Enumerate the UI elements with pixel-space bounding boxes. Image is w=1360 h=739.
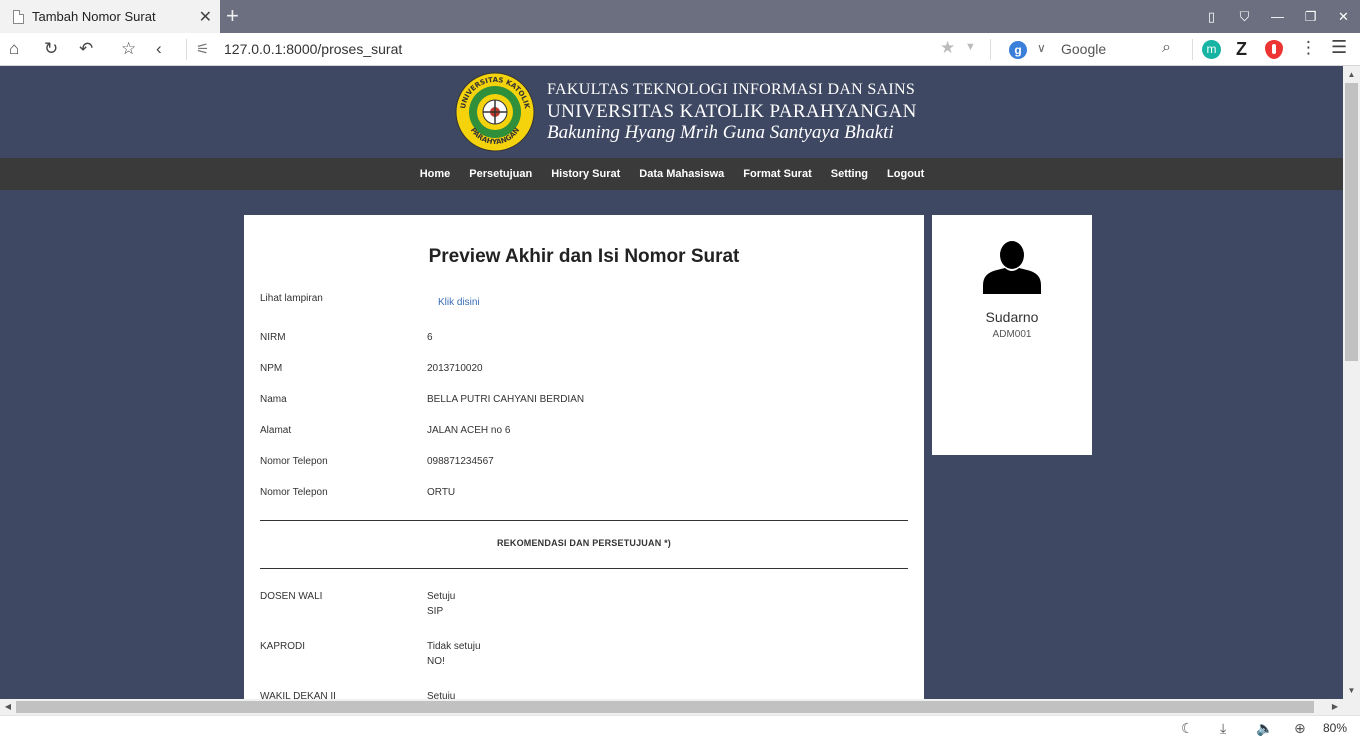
field-label: Nomor Telepon bbox=[260, 487, 328, 498]
download-icon[interactable]: ⤓ bbox=[1220, 720, 1226, 737]
lampiran-label: Lihat lampiran bbox=[260, 293, 323, 304]
address-bar[interactable]: 127.0.0.1:8000/proses_surat bbox=[224, 41, 402, 57]
field-label: Nomor Telepon bbox=[260, 456, 328, 467]
site-info-icon[interactable]: ⚟ bbox=[196, 40, 209, 58]
field-value-nama: BELLA PUTRI CAHYANI BERDIAN bbox=[427, 394, 585, 405]
zoom-in-icon[interactable]: ⊕ bbox=[1294, 720, 1306, 737]
adblock-shield-icon[interactable] bbox=[1265, 40, 1283, 59]
approval-role: WAKIL DEKAN II bbox=[260, 691, 336, 699]
approval-status-text: Setuju bbox=[427, 691, 456, 699]
zoom-level[interactable]: 80% bbox=[1323, 721, 1347, 735]
section-title: REKOMENDASI DAN PERSETUJUAN *) bbox=[496, 538, 672, 548]
speaker-icon[interactable]: 🔈 bbox=[1256, 720, 1273, 737]
faculty-name: FAKULTAS TEKNOLOGI INFORMASI DAN SAINS bbox=[547, 81, 916, 98]
star-icon[interactable]: ★ bbox=[940, 38, 955, 58]
preview-card: Preview Akhir dan Isi Nomor Surat Lihat … bbox=[244, 215, 924, 699]
extension-z-icon[interactable]: Z bbox=[1236, 39, 1247, 60]
approval-role: DOSEN WALI bbox=[260, 591, 323, 602]
tile-tabs-icon[interactable]: ▯ bbox=[1195, 9, 1228, 25]
scroll-right-icon[interactable]: ▶ bbox=[1327, 699, 1343, 715]
approval-status-text: Tidak setuju bbox=[427, 641, 481, 652]
hamburger-menu-icon[interactable]: ☰ bbox=[1331, 37, 1347, 58]
profile-card: Sudarno ADM001 bbox=[932, 215, 1092, 455]
restore-icon[interactable]: ❐ bbox=[1294, 9, 1327, 25]
vertical-scrollbar[interactable]: ▲ ▼ bbox=[1343, 66, 1360, 699]
approval-note: NO! bbox=[427, 656, 445, 667]
lampiran-link[interactable]: Klik disini bbox=[438, 297, 480, 308]
google-icon[interactable]: g bbox=[1009, 41, 1027, 59]
approval-status: Tidak setuju NO! bbox=[427, 639, 481, 669]
scroll-up-icon[interactable]: ▲ bbox=[1343, 66, 1360, 83]
approval-status: Setuju SIP bbox=[427, 589, 455, 619]
approval-role: KAPRODI bbox=[260, 641, 306, 652]
menu-item-home[interactable]: Home bbox=[420, 168, 451, 180]
divider bbox=[260, 568, 908, 569]
tab-title: Tambah Nomor Surat bbox=[32, 9, 156, 24]
extension-divider bbox=[1192, 39, 1193, 60]
university-name: UNIVERSITAS KATOLIK PARAHYANGAN bbox=[547, 101, 917, 122]
field-label: Nama bbox=[260, 394, 287, 405]
browser-tab-bar: Tambah Nomor Surat ✕ + ▯ ⛉ — ❐ ✕ bbox=[0, 0, 1360, 33]
scroll-down-icon[interactable]: ▼ bbox=[1343, 682, 1360, 699]
reload-icon[interactable]: ↻ bbox=[44, 39, 58, 59]
extension-m-icon[interactable]: m bbox=[1202, 40, 1221, 59]
menu-item-data-mahasiswa[interactable]: Data Mahasiswa bbox=[639, 168, 724, 180]
profile-name: Sudarno bbox=[985, 309, 1039, 325]
user-avatar-icon bbox=[983, 241, 1041, 294]
undo-icon[interactable]: ↶ bbox=[79, 39, 93, 59]
shirt-icon[interactable]: ⛉ bbox=[1228, 9, 1261, 25]
menu-item-persetujuan[interactable]: Persetujuan bbox=[469, 168, 532, 180]
search-divider bbox=[990, 39, 991, 60]
horizontal-scrollbar[interactable]: ◀ ▶ bbox=[0, 699, 1343, 715]
field-value-npm: 2013710020 bbox=[427, 363, 483, 374]
horizontal-scroll-thumb[interactable] bbox=[16, 701, 1314, 713]
address-dropdown-icon[interactable]: ▼ bbox=[965, 41, 976, 53]
home-icon[interactable]: ⌂ bbox=[9, 39, 19, 59]
more-options-icon[interactable]: ⋮ bbox=[1300, 38, 1317, 58]
close-window-icon[interactable]: ✕ bbox=[1327, 9, 1360, 25]
window-controls: ▯ ⛉ — ❐ ✕ bbox=[1195, 0, 1360, 33]
university-logo: UNIVERSITAS KATOLIK PARAHYANGAN bbox=[455, 72, 535, 152]
field-label: Alamat bbox=[260, 425, 292, 436]
university-motto: Bakuning Hyang Mrih Guna Santyaya Bhakti bbox=[547, 122, 894, 143]
browser-tab[interactable]: Tambah Nomor Surat ✕ bbox=[0, 0, 220, 33]
vertical-scroll-thumb[interactable] bbox=[1345, 83, 1358, 361]
chevron-down-icon[interactable]: ∨ bbox=[1037, 41, 1046, 55]
page-title: Preview Akhir dan Isi Nomor Surat bbox=[428, 246, 740, 267]
browser-status-bar: ☾ ⤓ 🔈 ⊕ 80% bbox=[0, 715, 1360, 739]
new-tab-button[interactable]: + bbox=[226, 3, 239, 29]
field-value-telepon: 098871234567 bbox=[427, 456, 494, 467]
page-viewport: UNIVERSITAS KATOLIK PARAHYANGAN FAKULTAS… bbox=[0, 66, 1343, 699]
scroll-left-icon[interactable]: ◀ bbox=[0, 699, 16, 715]
main-menu: Home Persetujuan History Surat Data Maha… bbox=[0, 158, 1343, 190]
scroll-corner bbox=[1343, 699, 1360, 715]
field-label: NPM bbox=[260, 363, 283, 374]
approval-status: Setuju bbox=[427, 689, 455, 699]
field-value-alamat: JALAN ACEH no 6 bbox=[427, 425, 511, 436]
night-mode-icon[interactable]: ☾ bbox=[1181, 720, 1194, 737]
profile-id: ADM001 bbox=[992, 329, 1032, 340]
menu-item-format-surat[interactable]: Format Surat bbox=[743, 168, 811, 180]
menu-item-setting[interactable]: Setting bbox=[831, 168, 868, 180]
search-icon[interactable]: ⌕ bbox=[1162, 39, 1171, 57]
page-icon bbox=[13, 9, 24, 24]
field-value-telepon-ortu: ORTU bbox=[427, 487, 456, 498]
site-header: UNIVERSITAS KATOLIK PARAHYANGAN FAKULTAS… bbox=[0, 66, 1343, 158]
tab-close-icon[interactable]: ✕ bbox=[199, 7, 212, 27]
approval-status-text: Setuju bbox=[427, 591, 456, 602]
address-divider bbox=[186, 39, 187, 60]
field-label: NIRM bbox=[260, 332, 286, 343]
divider bbox=[260, 520, 908, 521]
browser-nav-bar: ⌂ ↻ ↶ ☆ ‹ ⚟ 127.0.0.1:8000/proses_surat … bbox=[0, 33, 1360, 66]
field-value-nirm: 6 bbox=[427, 332, 433, 343]
menu-item-history-surat[interactable]: History Surat bbox=[551, 168, 620, 180]
minimize-icon[interactable]: — bbox=[1261, 9, 1294, 24]
search-input[interactable]: Google bbox=[1061, 41, 1106, 57]
menu-item-logout[interactable]: Logout bbox=[887, 168, 924, 180]
bookmark-icon[interactable]: ☆ bbox=[121, 39, 136, 59]
back-icon[interactable]: ‹ bbox=[156, 39, 162, 59]
approval-note: SIP bbox=[427, 606, 444, 617]
